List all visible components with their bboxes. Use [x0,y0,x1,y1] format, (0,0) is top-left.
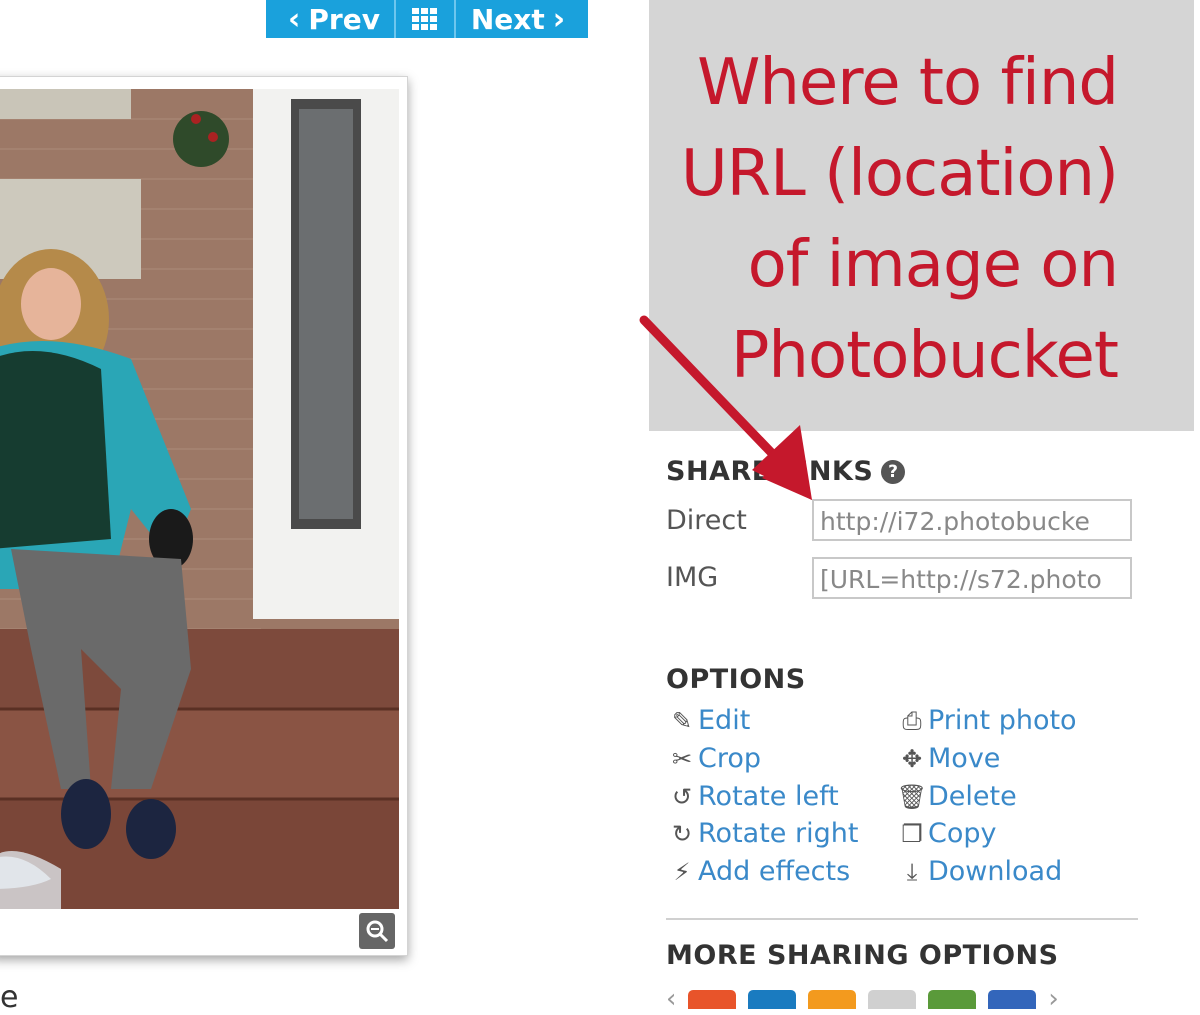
chevron-right-icon: › [552,1,566,37]
magnifier-icon [366,920,389,943]
edit-option[interactable]: ✎ Edit [666,705,750,736]
zoom-button[interactable] [359,913,395,949]
delicious-icon[interactable] [988,990,1037,1009]
direct-label: Direct [666,505,747,536]
annotation-line: of image on [747,228,1119,302]
move-option[interactable]: ✥ Move [896,743,1000,774]
copy-icon: ❐ [901,819,923,848]
prev-button[interactable]: ‹ Prev [266,0,394,38]
rotate-left-label: Rotate left [698,781,839,812]
annotation-line: Where to find [697,46,1119,120]
chevron-left-icon: ‹ [288,1,301,37]
caption-fragment: e [0,980,19,1015]
annotation-line: URL (location) [680,137,1119,211]
photo-navigation: ‹ Prev Next › [266,0,588,38]
copy-label: Copy [928,818,997,849]
reddit-icon[interactable] [868,990,917,1009]
crop-option[interactable]: ✂ Crop [666,743,761,774]
trash-icon: 🗑 [896,782,928,811]
magic-wand-icon: ⚡ [673,857,691,886]
annotation-box: Where to find URL (location) of image on… [649,0,1194,431]
rotate-right-icon: ↻ [671,819,693,848]
crop-icon: ✂ [671,744,693,773]
rotate-right-label: Rotate right [698,818,859,849]
copy-option[interactable]: ❐ Copy [896,818,997,849]
share-links-heading: SHARE LINKS? [666,456,906,487]
annotation-line: Photobucket [730,319,1119,393]
next-label: Next [470,2,545,36]
edit-icon: ✎ [671,706,693,735]
share-links-title: SHARE LINKS [666,456,874,487]
photo-viewer [0,76,408,956]
divider [666,918,1138,920]
options-heading: OPTIONS [666,664,806,695]
print-icon: ⎙ [902,706,922,735]
grid-view-button[interactable] [394,0,456,38]
share-services: ‹ › [666,990,1059,1009]
scroll-left-icon[interactable]: ‹ [666,990,676,1009]
move-label: Move [928,743,1001,774]
crop-label: Crop [698,743,762,774]
stumbleupon-icon[interactable] [688,990,737,1009]
download-label: Download [928,856,1063,887]
more-sharing-heading: MORE SHARING OPTIONS [666,940,1059,971]
add-effects-label: Add effects [698,856,851,887]
edit-label: Edit [698,705,751,736]
prev-label: Prev [308,2,380,36]
help-icon[interactable]: ? [881,460,906,484]
direct-link-field[interactable]: http://i72.photobucke [812,499,1132,541]
myspace-icon[interactable] [928,990,977,1009]
download-icon: ⤓ [906,857,918,886]
photo-image[interactable] [0,89,399,909]
delete-option[interactable]: 🗑 Delete [896,781,1017,812]
img-link-field[interactable]: [URL=http://s72.photo [812,557,1132,599]
next-button[interactable]: Next › [456,0,588,38]
download-option[interactable]: ⤓ Download [896,856,1063,887]
print-photo-option[interactable]: ⎙ Print photo [896,705,1077,736]
rotate-left-option[interactable]: ↺ Rotate left [666,781,839,812]
scroll-right-icon[interactable]: › [1048,990,1058,1009]
img-label: IMG [666,562,719,593]
blogger-icon[interactable] [808,990,857,1009]
print-photo-label: Print photo [928,705,1077,736]
delete-label: Delete [928,781,1017,812]
move-icon: ✥ [901,744,923,773]
linkedin-icon[interactable] [748,990,797,1009]
rotate-right-option[interactable]: ↻ Rotate right [666,818,858,849]
grid-icon [412,8,437,30]
add-effects-option[interactable]: ⚡ Add effects [666,856,851,887]
rotate-left-icon: ↺ [671,782,693,811]
annotation-text: Where to find URL (location) of image on… [680,38,1119,402]
